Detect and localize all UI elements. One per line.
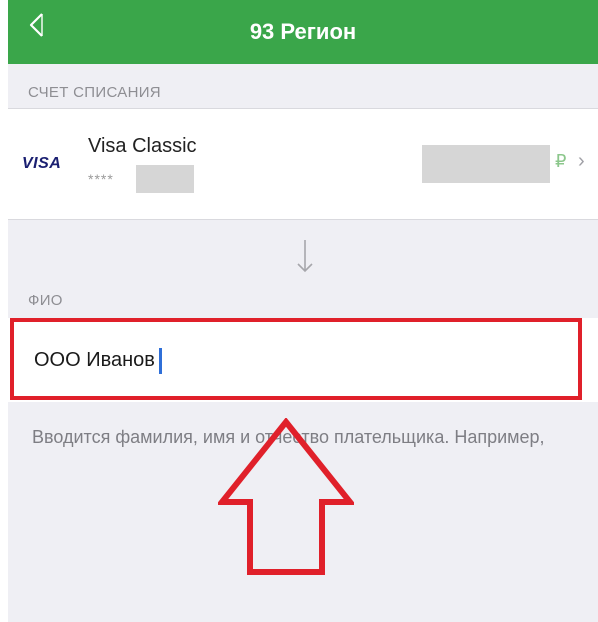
chevron-right-icon: ›	[578, 150, 585, 172]
fio-section-label: ФИО	[28, 292, 63, 309]
ruble-currency-icon: ₽	[555, 151, 567, 171]
card-number-mask: ****	[88, 171, 114, 187]
redacted-balance	[422, 145, 550, 183]
visa-logo: VISA	[22, 155, 62, 172]
arrow-down-icon	[297, 240, 313, 273]
card-name: Visa Classic	[88, 135, 197, 157]
redacted-card-number	[136, 165, 194, 193]
debit-account-section-label: СЧЕТ СПИСАНИЯ	[28, 84, 161, 101]
up-arrow-annotation-icon	[218, 418, 354, 575]
navigation-bar: 93 Регион	[8, 0, 598, 64]
page-title: 93 Регион	[249, 19, 357, 44]
app-screen: 93 Регион СЧЕТ СПИСАНИЯ VISA Visa Classi…	[8, 0, 598, 622]
highlight-frame	[10, 318, 582, 400]
debit-account-row[interactable]: VISA Visa Classic **** ₽ ›	[8, 108, 598, 220]
